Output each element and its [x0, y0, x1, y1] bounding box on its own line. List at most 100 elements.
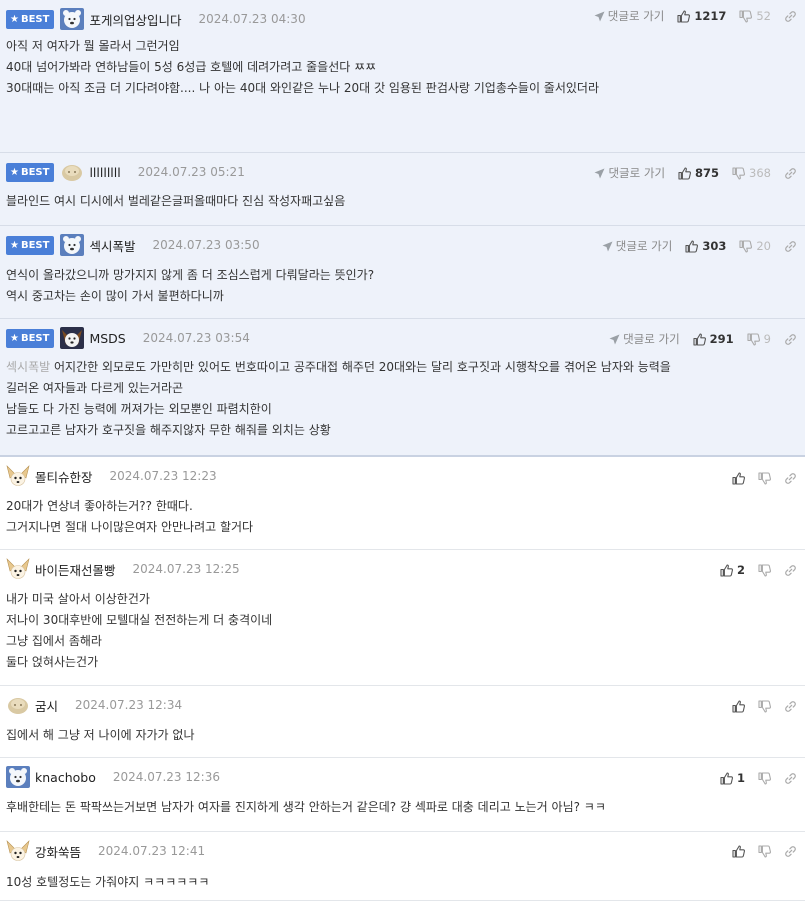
potato-avatar[interactable]	[60, 161, 84, 183]
best-badge: ★ BEST	[6, 328, 55, 348]
best-comment: ★ BEST MSDS 2024.07.23 03:54 댓글로 가기 291 9 섹시폭발 …	[0, 319, 805, 457]
comment-header: ★ BEST lllllllll 2024.07.23 05:21	[6, 161, 245, 183]
go-to-reply-label: 댓글로 가기	[623, 332, 680, 346]
upvote-button[interactable]: 291	[693, 332, 734, 346]
comment-actions: 댓글로 가기 1217 52	[594, 7, 797, 25]
comment-line: 20대가 연상녀 좋아하는거?? 한때다.	[6, 496, 253, 517]
star-icon: ★	[10, 239, 19, 251]
comment-header: 바이든재선몰빵 2024.07.23 12:25	[6, 558, 240, 580]
thumbs-up-icon	[732, 699, 745, 713]
share-link-button[interactable]	[784, 333, 797, 346]
share-link-button[interactable]	[784, 845, 797, 858]
downvote-button[interactable]: 368	[732, 166, 771, 180]
best-badge: ★ BEST	[6, 162, 55, 182]
upvote-button[interactable]: 303	[685, 239, 726, 253]
downvote-button[interactable]	[758, 699, 771, 713]
share-link-button[interactable]	[784, 700, 797, 713]
comment-line: 블라인드 여시 디시에서 벌레같은글퍼올때마다 진심 작성자패고싶음	[6, 191, 345, 212]
best-badge-label: BEST	[20, 332, 50, 344]
comment-text: 역시 중고차는 손이 많이 가서 불편하다니까	[6, 289, 224, 303]
share-link-button[interactable]	[784, 472, 797, 485]
comment-body: 아직 저 여자가 뭘 몰라서 그런거임 40대 넘어가봐라 연하남들이 5성 6성…	[6, 36, 599, 99]
upvote-count: 875	[695, 166, 720, 180]
upvote-count: 303	[702, 239, 727, 253]
go-to-reply-link[interactable]: 댓글로 가기	[594, 8, 664, 24]
comment-body: 20대가 연상녀 좋아하는거?? 한때다. 그거지나면 절대 나이많은여자 안만나…	[6, 496, 253, 538]
upvote-button[interactable]	[732, 471, 745, 485]
downvote-button[interactable]: 52	[739, 9, 771, 23]
share-link-button[interactable]	[784, 167, 797, 180]
thumbs-up-icon	[732, 471, 745, 485]
best-comment: ★ BEST lllllllll 2024.07.23 05:21 댓글로 가기 875 3…	[0, 153, 805, 226]
upvote-count: 1	[736, 771, 745, 785]
author-nickname[interactable]: MSDS	[89, 331, 125, 346]
upvote-button[interactable]: 2	[720, 563, 745, 577]
author-nickname[interactable]: 강화쑥뜸	[35, 842, 81, 861]
downvote-button[interactable]: 9	[747, 332, 771, 346]
comment-header: ★ BEST 포게의업상입니다 2024.07.23 04:30	[6, 8, 306, 30]
upvote-count: 2	[736, 563, 745, 577]
comment-text: 10성 호텔정도는 가줘야지 ㅋㅋㅋㅋㅋㅋ	[6, 875, 210, 889]
polar-bear-avatar[interactable]	[60, 234, 85, 256]
comment: knachobo 2024.07.23 12:36 1 후배한테는 돈 팍팍쓰는거보면…	[0, 758, 805, 832]
go-to-reply-link[interactable]: 댓글로 가기	[594, 165, 665, 181]
comment-line: 둘다 얹혀사는건가	[6, 652, 272, 673]
thumbs-down-icon	[739, 9, 753, 23]
fennec-avatar[interactable]	[6, 840, 30, 862]
link-icon	[784, 700, 797, 713]
author-nickname[interactable]: 바이든재선몰빵	[35, 560, 116, 579]
dog-avatar[interactable]	[60, 327, 85, 349]
downvote-count: 9	[763, 332, 771, 346]
comment-text: 집에서 해 그냥 저 나이에 자가가 없나	[6, 728, 195, 742]
share-link-button[interactable]	[784, 564, 797, 577]
comment-body: 후배한테는 돈 팍팍쓰는거보면 남자가 여자를 진지하게 생각 안하는거 같은데…	[6, 797, 606, 818]
comment-body: 집에서 해 그냥 저 나이에 자가가 없나	[6, 725, 195, 746]
upvote-button[interactable]: 1	[720, 771, 745, 785]
mention-nickname[interactable]: 섹시폭발	[6, 360, 50, 374]
author-nickname[interactable]: knachobo	[35, 770, 96, 785]
comment-header: ★ BEST MSDS 2024.07.23 03:54	[6, 327, 250, 349]
link-icon	[784, 772, 797, 785]
downvote-button[interactable]: 20	[739, 239, 771, 253]
share-link-button[interactable]	[784, 772, 797, 785]
star-icon: ★	[10, 332, 19, 344]
best-badge-label: BEST	[20, 13, 50, 25]
go-to-reply-link[interactable]: 댓글로 가기	[602, 238, 672, 254]
share-link-button[interactable]	[784, 10, 797, 23]
comment-actions: 댓글로 가기 303 20	[602, 237, 797, 255]
fennec-avatar[interactable]	[6, 465, 30, 487]
thumbs-up-icon	[732, 844, 745, 858]
comment-line: 집에서 해 그냥 저 나이에 자가가 없나	[6, 725, 195, 746]
author-nickname[interactable]: 섹시폭발	[89, 236, 135, 255]
comment-text: 연식이 올라갔으니까 망가지지 않게 좀 더 조심스럽게 다뤄달라는 뜻인가?	[6, 268, 375, 282]
potato-avatar[interactable]	[6, 694, 30, 716]
fennec-avatar[interactable]	[6, 558, 30, 580]
star-icon: ★	[10, 166, 19, 178]
best-badge-label: BEST	[20, 166, 50, 178]
share-link-button[interactable]	[784, 240, 797, 253]
upvote-button[interactable]: 875	[678, 166, 719, 180]
thumbs-down-icon	[758, 771, 771, 785]
author-nickname[interactable]: 굼시	[35, 696, 58, 715]
thumbs-up-icon	[677, 9, 691, 23]
star-icon: ★	[10, 13, 19, 25]
downvote-count: 20	[756, 239, 771, 253]
thumbs-down-icon	[758, 563, 771, 577]
downvote-button[interactable]	[758, 563, 771, 577]
polar-bear-avatar[interactable]	[60, 8, 85, 30]
downvote-button[interactable]	[758, 844, 771, 858]
author-nickname[interactable]: 몰티슈한장	[35, 467, 93, 486]
comment-date: 2024.07.23 12:36	[112, 770, 220, 784]
thumbs-up-icon	[678, 166, 692, 180]
comment-line: 연식이 올라갔으니까 망가지지 않게 좀 더 조심스럽게 다뤄달라는 뜻인가?	[6, 265, 374, 286]
upvote-button[interactable]: 1217	[677, 9, 726, 23]
upvote-button[interactable]	[732, 844, 745, 858]
downvote-button[interactable]	[758, 771, 771, 785]
thumbs-down-icon	[732, 166, 746, 180]
polar-bear-avatar[interactable]	[6, 766, 30, 788]
author-nickname[interactable]: lllllllll	[89, 165, 120, 180]
author-nickname[interactable]: 포게의업상입니다	[89, 10, 181, 29]
upvote-button[interactable]	[732, 699, 745, 713]
go-to-reply-link[interactable]: 댓글로 가기	[609, 331, 680, 347]
downvote-button[interactable]	[758, 471, 771, 485]
